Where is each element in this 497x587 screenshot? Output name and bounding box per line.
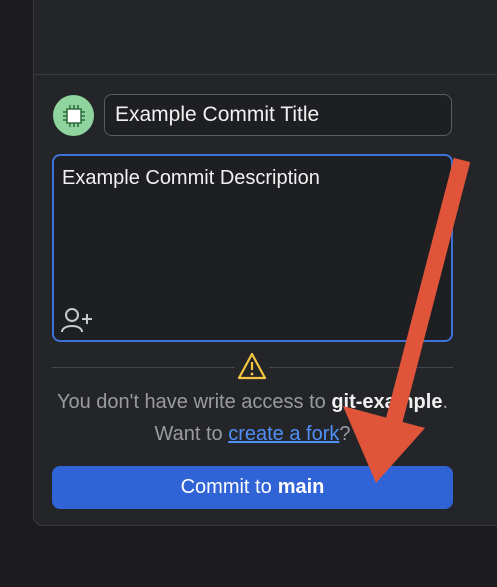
commit-button-label: Commit to [180, 476, 272, 498]
notice-prefix: You don't have write access to [56, 391, 332, 413]
write-access-notice: You don't have write access to git-examp… [52, 386, 453, 450]
commit-panel: Example Commit Title Example Commit Desc… [33, 0, 497, 526]
chip-avatar-icon [62, 104, 85, 127]
commit-branch-name: main [277, 476, 325, 498]
commit-button[interactable]: Commit to main [52, 466, 453, 509]
warning-indicator [235, 351, 269, 381]
repo-name: git-example [331, 391, 443, 413]
notice-suffix: ? [339, 423, 351, 445]
user-avatar [53, 95, 94, 136]
commit-title-input[interactable]: Example Commit Title [104, 94, 452, 136]
create-fork-link[interactable]: create a fork [228, 423, 339, 445]
commit-description-field[interactable]: Example Commit Description [52, 154, 453, 342]
commit-description-text: Example Commit Description [62, 167, 320, 189]
warning-triangle-icon [237, 352, 267, 380]
add-person-icon [61, 308, 92, 333]
changes-list-area [34, 0, 497, 75]
add-coauthor-button[interactable] [60, 306, 94, 334]
